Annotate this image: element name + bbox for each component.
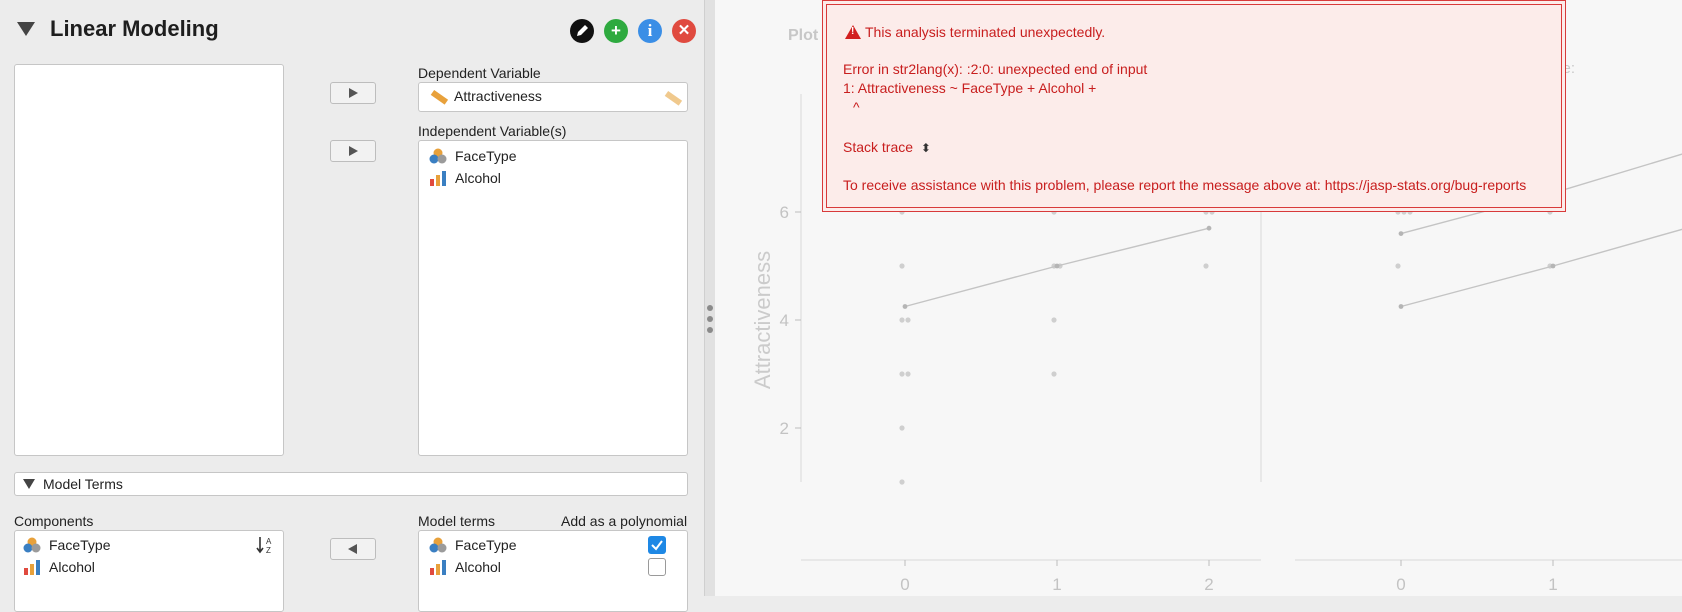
ruler-icon — [429, 88, 449, 106]
data-point — [1203, 209, 1209, 215]
x-tick-label: 2 — [1204, 575, 1213, 594]
analysis-title: Linear Modeling — [50, 16, 219, 41]
warning-icon — [845, 25, 861, 39]
components-label: Components — [14, 513, 94, 529]
nominal-icon — [429, 148, 447, 164]
polynomial-checkbox-facetype[interactable] — [648, 536, 666, 554]
data-point — [905, 317, 911, 323]
data-point — [1547, 209, 1553, 215]
error-line-2: 1: Attractiveness ~ FaceType + Alcohol + — [843, 80, 1097, 96]
y-tick-label: 6 — [780, 203, 789, 222]
data-point — [1395, 263, 1401, 269]
section-triangle-icon — [23, 479, 35, 489]
fit-point — [1398, 231, 1404, 237]
error-headline: This analysis terminated unexpectedly. — [865, 24, 1106, 40]
stack-trace-toggle[interactable]: Stack trace ⬍ — [843, 139, 931, 155]
scale-type-icon — [663, 89, 683, 107]
dependent-variable-value: Attractiveness — [454, 88, 542, 104]
components-list[interactable]: FaceType Alcohol AZ — [14, 530, 284, 612]
data-point — [1209, 209, 1215, 215]
data-point — [1395, 209, 1401, 215]
error-line-1: Error in str2lang(x): :2:0: unexpected e… — [843, 61, 1148, 77]
data-point — [1051, 209, 1057, 215]
x-tick-label: 0 — [900, 575, 909, 594]
model-terms-section[interactable]: Model Terms — [14, 472, 688, 496]
expand-icon: ⬍ — [920, 141, 931, 155]
model-terms-list[interactable]: FaceType Alcohol — [418, 530, 688, 612]
ordinal-icon — [429, 559, 447, 575]
dependent-variable-label: Dependent Variable — [418, 65, 541, 81]
collapse-triangle-icon[interactable] — [17, 22, 35, 36]
fit-point — [902, 304, 908, 309]
x-tick-label: 1 — [1548, 575, 1557, 594]
fit-point — [1398, 304, 1404, 309]
splitter-handle-dot — [707, 316, 713, 322]
add-icon[interactable]: + — [604, 19, 628, 43]
data-point — [899, 479, 905, 485]
x-tick-label: 0 — [1396, 575, 1405, 594]
splitter-handle-dot — [707, 327, 713, 333]
data-point — [899, 425, 905, 431]
data-point — [899, 371, 905, 377]
data-point — [1051, 317, 1057, 323]
data-point — [1401, 209, 1407, 215]
fit-point — [1550, 263, 1556, 269]
available-variables-list[interactable] — [14, 64, 284, 456]
data-point — [899, 317, 905, 323]
svg-text:Z: Z — [266, 546, 271, 555]
sort-icon[interactable]: AZ — [255, 535, 277, 555]
polynomial-header: Add as a polynomial — [561, 513, 688, 529]
x-tick-label: 1 — [1052, 575, 1061, 594]
model-terms-section-label: Model Terms — [43, 476, 123, 492]
fit-line — [1400, 228, 1682, 308]
fit-point — [1054, 263, 1060, 269]
polynomial-checkbox-alcohol[interactable] — [648, 558, 666, 576]
close-icon[interactable]: ✕ — [672, 19, 696, 43]
y-tick-label: 4 — [780, 311, 789, 330]
independent-variables-list[interactable]: FaceType Alcohol — [418, 140, 688, 456]
info-icon[interactable]: i — [638, 19, 662, 43]
splitter-handle-dot — [707, 305, 713, 311]
move-to-dependent-button[interactable] — [330, 82, 376, 104]
ordinal-icon — [429, 170, 447, 186]
analysis-panel: Linear Modeling + i ✕ Dependent Variable… — [0, 0, 704, 612]
model-terms-label: Model terms — [418, 513, 496, 529]
ordinal-icon — [23, 559, 41, 575]
data-point — [1203, 263, 1209, 269]
assistance-message: To receive assistance with this problem,… — [843, 177, 1527, 193]
stack-trace-label: Stack trace — [843, 139, 914, 155]
move-to-independent-button[interactable] — [330, 140, 376, 162]
data-point — [905, 371, 911, 377]
dependent-variable-field[interactable]: Attractiveness — [418, 82, 688, 112]
nominal-icon — [23, 537, 41, 553]
error-line-3: ^ — [853, 99, 860, 115]
edit-icon[interactable] — [570, 19, 594, 43]
svg-text:A: A — [266, 537, 272, 546]
data-point — [1051, 371, 1057, 377]
data-point — [1407, 209, 1413, 215]
data-point — [899, 209, 905, 215]
remove-term-button[interactable] — [330, 538, 376, 560]
independent-variables-label: Independent Variable(s) — [418, 123, 567, 139]
y-tick-label: 2 — [780, 419, 789, 438]
nominal-icon — [429, 537, 447, 553]
fit-point — [1206, 225, 1212, 231]
error-box: This analysis terminated unexpectedly. E… — [826, 4, 1562, 208]
data-point — [899, 263, 905, 269]
